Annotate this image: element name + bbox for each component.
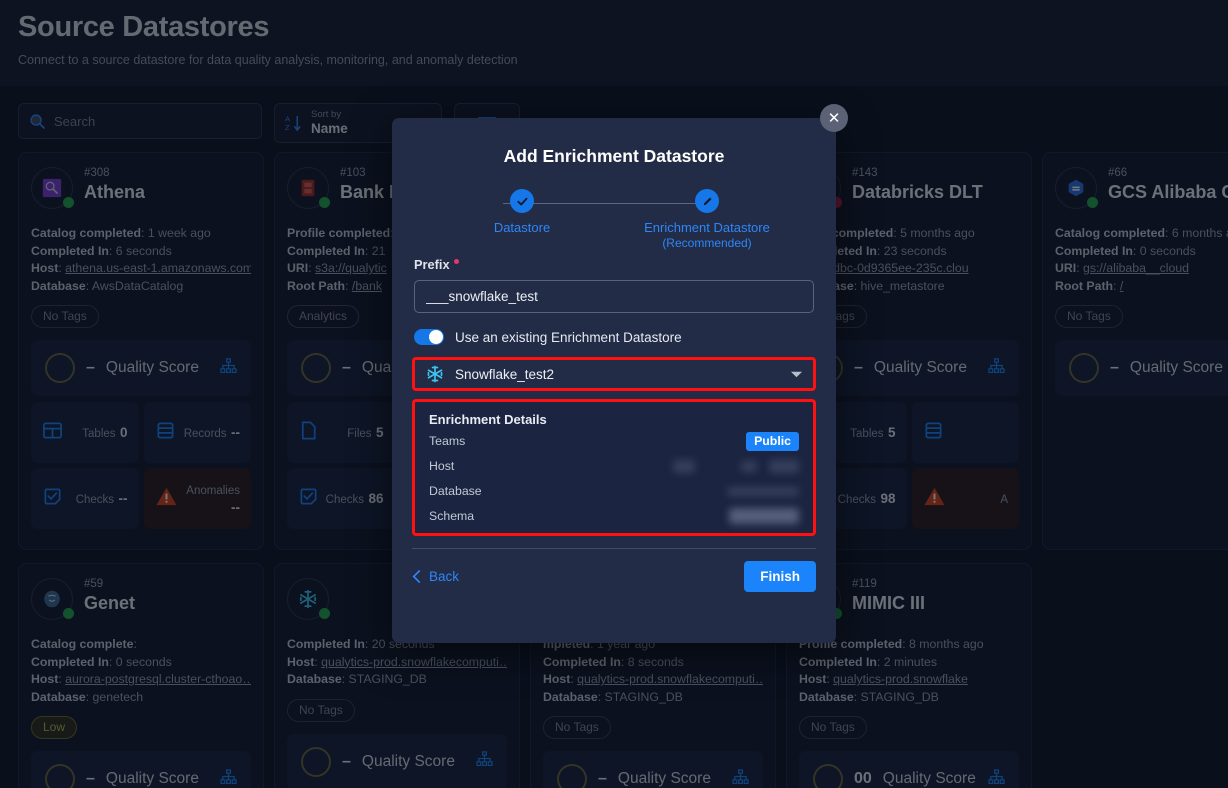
detail-row-teams: Teams Public bbox=[429, 430, 799, 452]
detail-key: Teams bbox=[429, 434, 466, 448]
status-badge: Public bbox=[746, 431, 799, 451]
snowflake-icon bbox=[427, 365, 443, 383]
prefix-label-text: Prefix bbox=[414, 257, 450, 272]
selected-datastore-name: Snowflake_test2 bbox=[455, 366, 555, 382]
use-existing-toggle[interactable] bbox=[414, 329, 444, 345]
detail-value-redacted bbox=[727, 486, 799, 496]
detail-row-schema: Schema bbox=[429, 505, 799, 527]
detail-row-host: Host bbox=[429, 455, 799, 477]
use-existing-toggle-row: Use an existing Enrichment Datastore bbox=[414, 329, 836, 345]
back-button[interactable]: Back bbox=[412, 569, 459, 584]
detail-value-redacted bbox=[673, 459, 799, 473]
stepper-note-2: (Recommended) bbox=[662, 236, 752, 250]
detail-key: Host bbox=[429, 459, 455, 473]
pencil-icon bbox=[695, 189, 719, 213]
stepper-step-enrichment[interactable]: Enrichment Datastore (Recommended) bbox=[608, 189, 806, 251]
modal-divider bbox=[412, 548, 816, 549]
toggle-knob bbox=[429, 330, 443, 344]
enrichment-details-panel: Enrichment Details Teams Public Host Dat… bbox=[412, 399, 816, 536]
prefix-label: Prefix bbox=[414, 257, 836, 272]
stepper-step-datastore[interactable]: Datastore bbox=[423, 189, 621, 236]
app-root: Source Datastores Connect to a source da… bbox=[0, 0, 1228, 788]
add-enrichment-datastore-modal: ✕ Add Enrichment Datastore Datastore Enr… bbox=[392, 104, 848, 643]
back-button-label: Back bbox=[429, 569, 460, 584]
enrichment-details-title: Enrichment Details bbox=[429, 412, 547, 427]
stepper: Datastore Enrichment Datastore (Recommen… bbox=[392, 189, 836, 251]
stepper-label-1: Datastore bbox=[493, 220, 551, 235]
detail-key: Database bbox=[429, 484, 482, 498]
detail-key: Schema bbox=[429, 509, 475, 523]
modal-actions: Back Finish bbox=[412, 561, 816, 592]
detail-value-redacted bbox=[729, 508, 799, 524]
finish-button[interactable]: Finish bbox=[744, 561, 816, 592]
stepper-label-2: Enrichment Datastore bbox=[644, 220, 770, 235]
chevron-left-icon bbox=[412, 570, 421, 583]
chevron-down-icon bbox=[790, 371, 803, 377]
close-icon[interactable]: ✕ bbox=[820, 104, 848, 132]
use-existing-toggle-label: Use an existing Enrichment Datastore bbox=[455, 329, 682, 345]
detail-row-database: Database bbox=[429, 480, 799, 502]
required-dot-icon bbox=[453, 259, 459, 264]
check-icon bbox=[510, 189, 534, 213]
prefix-input[interactable] bbox=[414, 280, 814, 313]
modal-title: Add Enrichment Datastore bbox=[503, 146, 725, 166]
enrichment-datastore-select[interactable]: Snowflake_test2 bbox=[412, 357, 816, 391]
